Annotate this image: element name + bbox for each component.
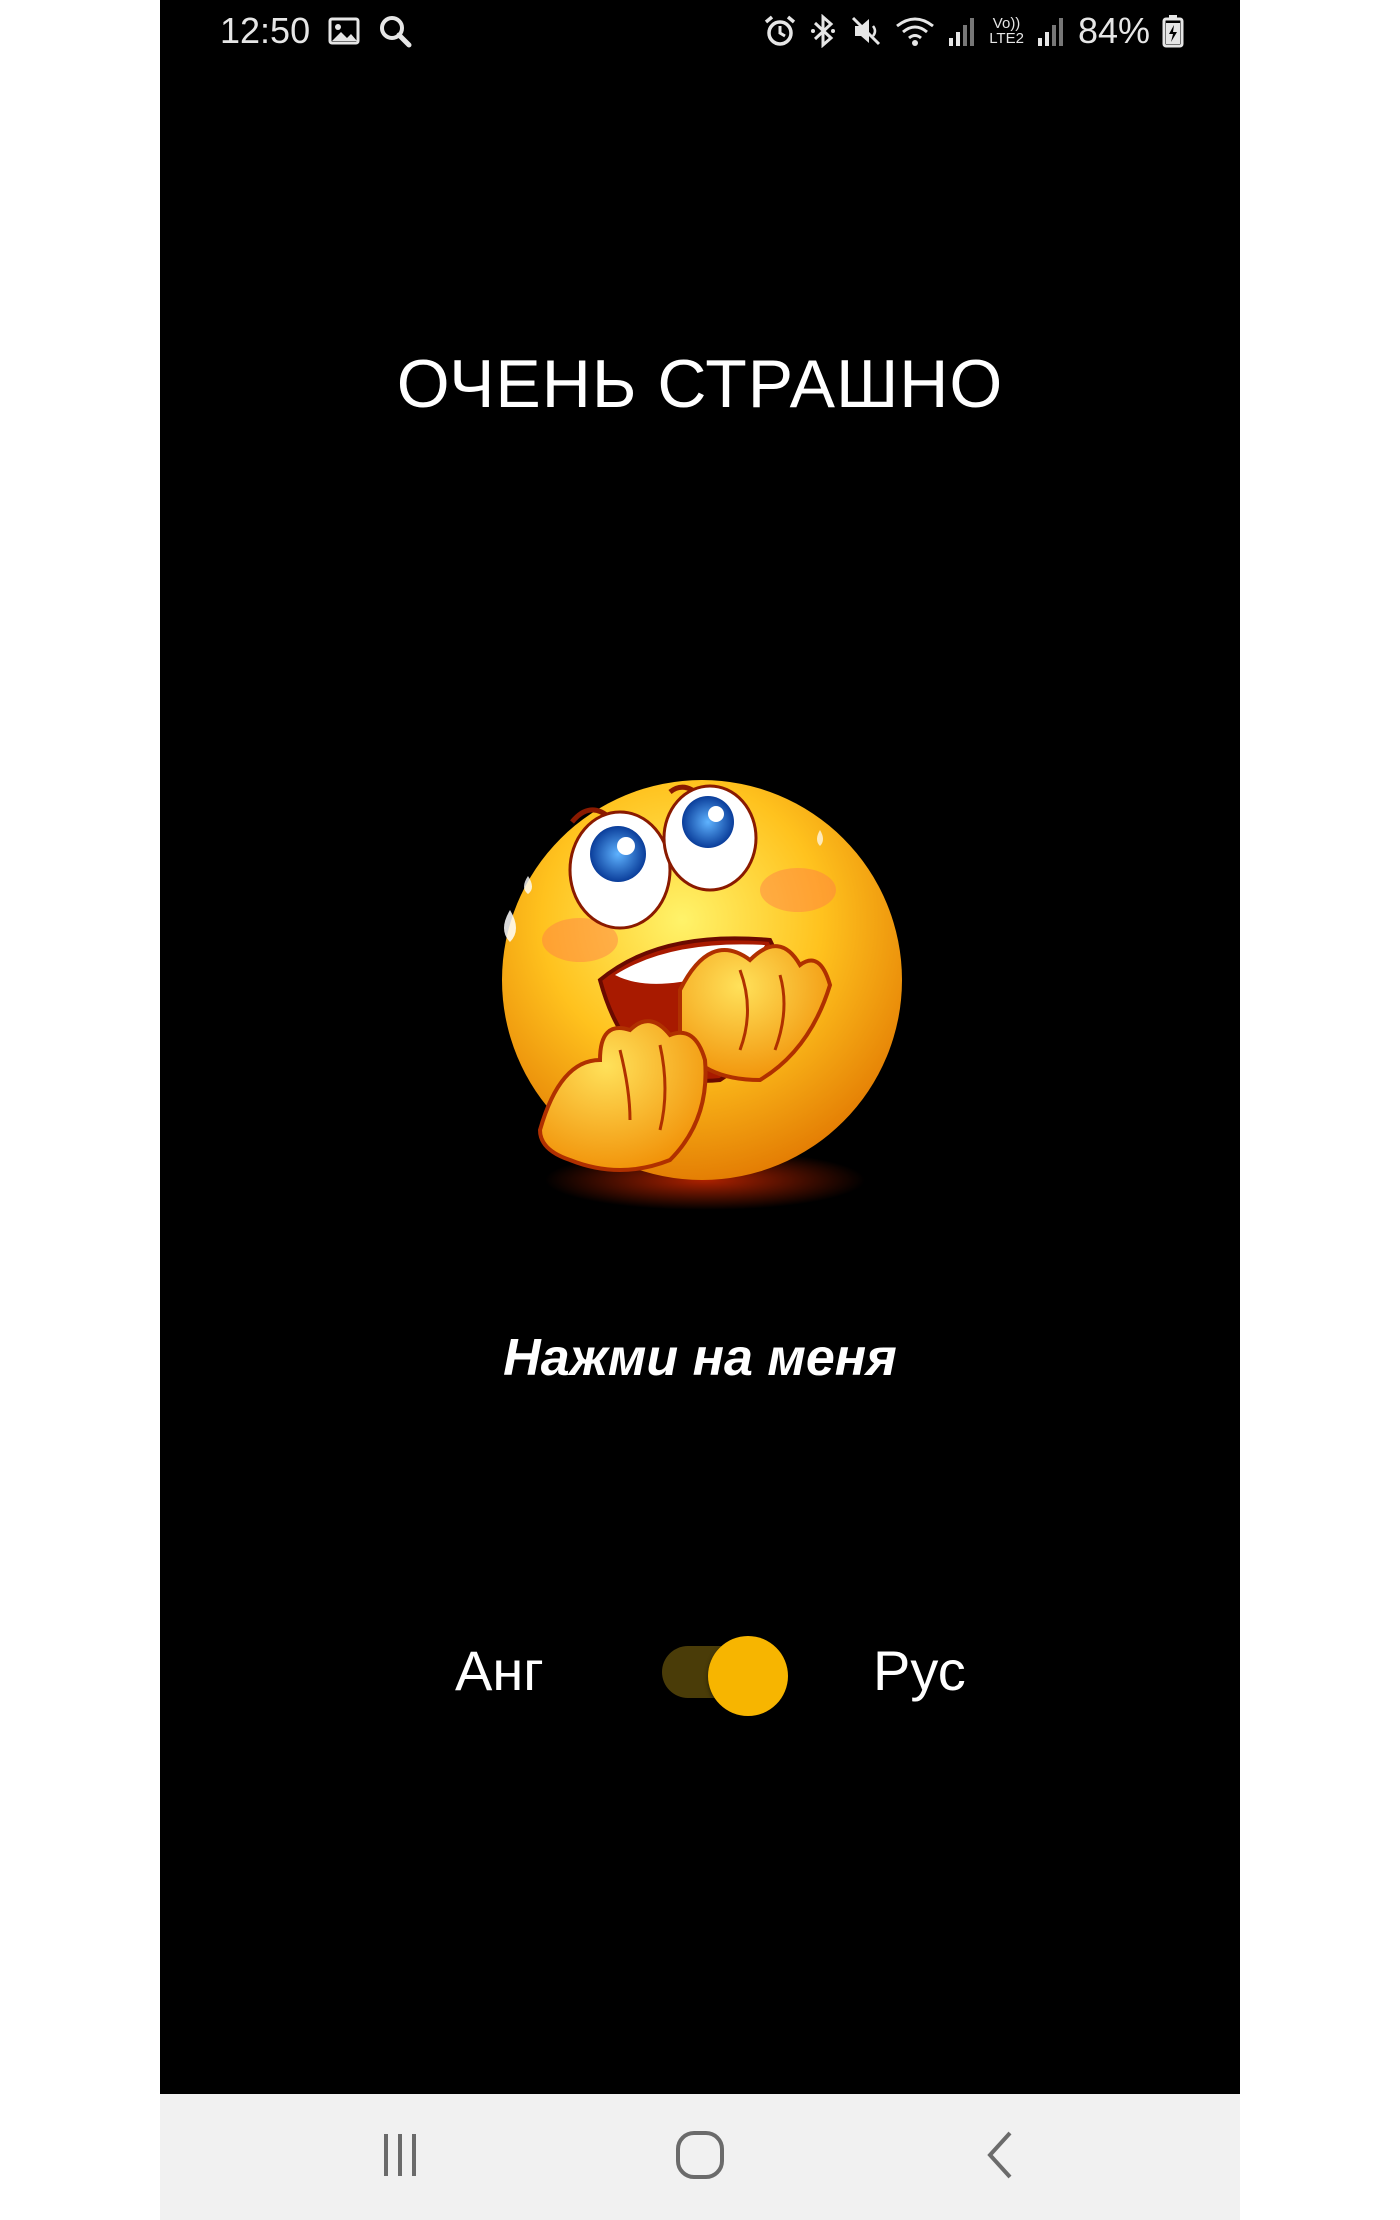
image-icon <box>328 17 360 45</box>
status-bar: 12:50 Vo)) LTE2 84% <box>160 0 1240 64</box>
switch-thumb[interactable] <box>708 1636 788 1716</box>
language-switch[interactable] <box>660 1636 790 1716</box>
home-icon <box>674 2129 726 2186</box>
lte2-label: LTE2 <box>989 30 1024 47</box>
navigation-bar <box>160 2094 1240 2220</box>
status-time: 12:50 <box>220 10 311 51</box>
phone-screen: 12:50 Vo)) LTE2 84% ОЧЕНЬ СТРАШНО Нажми … <box>160 0 1240 2220</box>
english-label: Анг <box>455 1639 544 1702</box>
status-left: 12:50 <box>220 10 412 52</box>
russian-label: Рус <box>873 1639 966 1702</box>
signal-icon <box>1036 14 1066 48</box>
recent-apps-button[interactable] <box>360 2122 440 2192</box>
battery-icon <box>1162 14 1184 48</box>
scared-face-emoji[interactable] <box>480 760 920 1220</box>
mute-icon <box>849 14 883 48</box>
alarm-icon <box>763 14 797 48</box>
home-button[interactable] <box>660 2122 740 2192</box>
tap-me-hint: Нажми на меня <box>503 1329 897 1387</box>
recent-apps-icon <box>378 2130 422 2185</box>
status-right: Vo)) LTE2 84% <box>763 10 1184 52</box>
volte-lte2-icon: Vo)) LTE2 <box>989 16 1024 46</box>
signal-icon <box>947 14 977 48</box>
search-icon <box>378 14 412 48</box>
back-icon <box>980 2129 1020 2186</box>
page-title: ОЧЕНЬ СТРАШНО <box>396 346 1004 422</box>
back-button[interactable] <box>960 2122 1040 2192</box>
wifi-icon <box>895 14 935 48</box>
battery-percentage: 84% <box>1077 10 1150 51</box>
language-toggle-row: Анг Рус <box>160 1620 1240 1716</box>
bluetooth-icon <box>809 14 837 48</box>
